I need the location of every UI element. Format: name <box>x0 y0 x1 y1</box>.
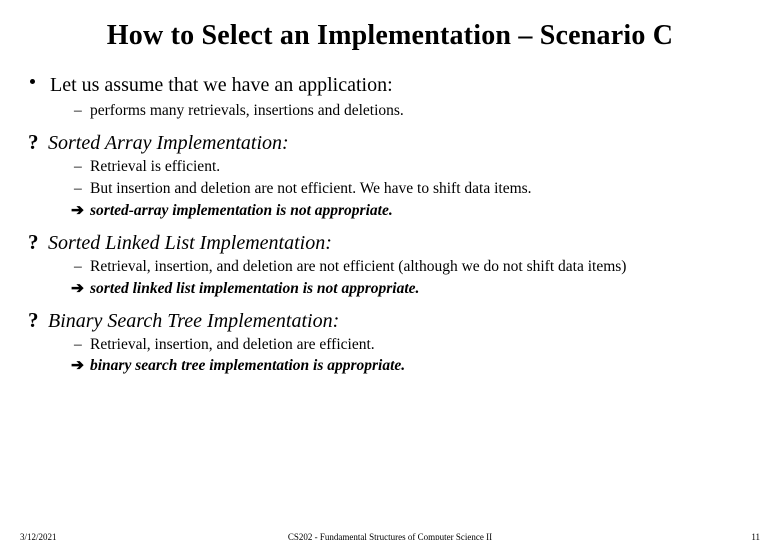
footer-course: CS202 - Fundamental Structures of Comput… <box>0 532 780 540</box>
section-heading: ?Sorted Linked List Implementation: <box>28 230 752 255</box>
section-item: – But insertion and deletion are not eff… <box>28 179 752 200</box>
dash-icon: – <box>74 179 82 200</box>
section-heading: ?Binary Search Tree Implementation: <box>28 308 752 333</box>
assumption-line: Let us assume that we have an applicatio… <box>28 74 752 97</box>
dash-icon: – <box>74 157 82 178</box>
section-sorted-linked-list: ?Sorted Linked List Implementation: – Re… <box>28 230 752 300</box>
section-item-text: sorted-array implementation is not appro… <box>90 202 393 219</box>
section-item: – Retrieval, insertion, and deletion are… <box>28 257 752 278</box>
section-heading-text: Binary Search Tree Implementation: <box>48 310 339 332</box>
section-heading: ?Sorted Array Implementation: <box>28 130 752 155</box>
section-binary-search-tree: ?Binary Search Tree Implementation: – Re… <box>28 308 752 378</box>
question-mark-icon: ? <box>28 308 48 333</box>
section-item-conclusion: ➔ binary search tree implementation is a… <box>28 356 752 377</box>
section-heading-text: Sorted Linked List Implementation: <box>48 232 332 254</box>
section-item: – Retrieval is efficient. <box>28 157 752 178</box>
arrow-icon: ➔ <box>71 356 84 377</box>
question-mark-icon: ? <box>28 230 48 255</box>
section-item: – Retrieval, insertion, and deletion are… <box>28 335 752 356</box>
assumption-text: Let us assume that we have an applicatio… <box>50 74 393 96</box>
slide-title: How to Select an Implementation – Scenar… <box>28 20 752 52</box>
section-heading-text: Sorted Array Implementation: <box>48 132 289 154</box>
question-mark-icon: ? <box>28 130 48 155</box>
section-sorted-array: ?Sorted Array Implementation: – Retrieva… <box>28 130 752 222</box>
assumption-block: Let us assume that we have an applicatio… <box>28 74 752 122</box>
arrow-icon: ➔ <box>71 201 84 222</box>
section-item-text: binary search tree implementation is app… <box>90 357 405 374</box>
section-item-conclusion: ➔ sorted linked list implementation is n… <box>28 279 752 300</box>
section-item-text: Retrieval is efficient. <box>90 158 220 175</box>
section-item-conclusion: ➔ sorted-array implementation is not app… <box>28 201 752 222</box>
slide: How to Select an Implementation – Scenar… <box>0 0 780 540</box>
section-item-text: Retrieval, insertion, and deletion are n… <box>90 258 626 275</box>
section-item-text: Retrieval, insertion, and deletion are e… <box>90 336 375 353</box>
section-item-text: But insertion and deletion are not effic… <box>90 180 532 197</box>
assumption-sub: – performs many retrievals, insertions a… <box>28 101 752 122</box>
arrow-icon: ➔ <box>71 279 84 300</box>
dash-icon: – <box>74 335 82 356</box>
bullet-icon <box>30 79 35 84</box>
section-item-text: sorted linked list implementation is not… <box>90 280 419 297</box>
dash-icon: – <box>74 257 82 278</box>
dash-icon: – <box>74 101 82 122</box>
assumption-sub-text: performs many retrievals, insertions and… <box>90 102 404 119</box>
footer-page-number: 11 <box>751 532 760 540</box>
